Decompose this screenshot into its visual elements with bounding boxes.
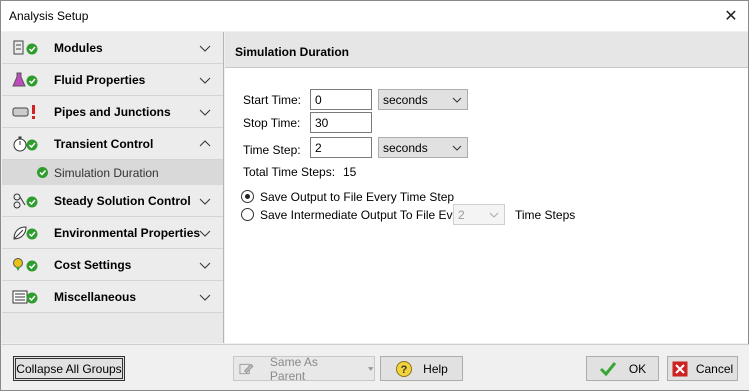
same-as-parent-label: Same As Parent bbox=[269, 354, 318, 383]
help-icon: ? bbox=[396, 360, 413, 377]
sidebar-group-label: Environmental Properties bbox=[54, 226, 201, 240]
total-steps-value: 15 bbox=[343, 165, 357, 179]
time-step-input[interactable] bbox=[310, 137, 372, 158]
intermediate-steps-value: 2 bbox=[458, 208, 465, 222]
title-bar: Analysis Setup ✕ bbox=[1, 1, 748, 31]
sidebar-group-pipes-and-junctions[interactable]: Pipes and Junctions bbox=[2, 96, 223, 128]
edit-icon bbox=[239, 363, 254, 374]
save-intermediate-label: Save Intermediate Output To File Every bbox=[260, 208, 470, 222]
panel-header: Simulation Duration bbox=[225, 32, 748, 68]
sidebar-group-label: Cost Settings bbox=[54, 258, 132, 272]
time-step-label: Time Step: bbox=[243, 143, 301, 157]
cancel-icon bbox=[672, 361, 688, 376]
flask-icon bbox=[12, 72, 38, 87]
intermediate-steps-select[interactable]: 2 bbox=[453, 204, 505, 225]
save-every-step-radio[interactable] bbox=[241, 190, 254, 203]
save-every-step-label: Save Output to File Every Time Step bbox=[260, 190, 455, 204]
sidebar-group-label: Pipes and Junctions bbox=[54, 105, 171, 119]
start-time-unit-select[interactable]: seconds bbox=[378, 89, 468, 110]
svg-text:?: ? bbox=[401, 364, 408, 376]
chevron-down-icon bbox=[199, 109, 211, 116]
chevron-down-icon bbox=[452, 97, 462, 103]
coins-icon bbox=[13, 258, 38, 272]
ok-label: OK bbox=[628, 361, 647, 376]
chevron-down-icon bbox=[452, 145, 462, 151]
chevron-down-icon bbox=[199, 262, 211, 269]
time-step-unit-select[interactable]: seconds bbox=[378, 137, 468, 158]
chevron-down-icon bbox=[199, 198, 211, 205]
time-steps-suffix: Time Steps bbox=[515, 208, 576, 222]
time-step-unit-value: seconds bbox=[383, 141, 428, 155]
chevron-down-icon bbox=[367, 366, 374, 371]
collapse-all-groups-button[interactable]: Collapse All Groups bbox=[13, 356, 125, 381]
sidebar-group-label: Transient Control bbox=[54, 137, 154, 151]
solver-icon bbox=[13, 193, 38, 209]
sidebar-group-environmental-properties[interactable]: Environmental Properties bbox=[2, 217, 223, 249]
sidebar-group-fluid-properties[interactable]: Fluid Properties bbox=[2, 64, 223, 96]
same-as-parent-button[interactable]: Same As Parent bbox=[233, 354, 375, 383]
analysis-setup-window: Analysis Setup ✕ Modules Fluid Propertie… bbox=[0, 0, 749, 391]
check-status-icon bbox=[37, 167, 48, 178]
stop-time-input[interactable] bbox=[310, 112, 372, 133]
simulation-duration-panel: Simulation Duration Start Time: seconds … bbox=[225, 32, 748, 343]
cancel-button[interactable]: Cancel bbox=[667, 356, 738, 381]
close-icon[interactable]: ✕ bbox=[714, 1, 748, 31]
collapse-all-groups-label: Collapse All Groups bbox=[16, 361, 122, 376]
sidebar-group-label: Fluid Properties bbox=[54, 73, 146, 87]
total-steps-label: Total Time Steps: bbox=[243, 165, 336, 179]
chevron-down-icon bbox=[199, 45, 211, 52]
stop-time-label: Stop Time: bbox=[243, 116, 301, 130]
sidebar: Modules Fluid Properties Pipes and Junct… bbox=[2, 32, 224, 343]
chevron-down-icon bbox=[199, 77, 211, 84]
sidebar-group-label: Modules bbox=[54, 41, 103, 55]
leaf-icon bbox=[13, 226, 38, 240]
chevron-down-icon bbox=[199, 294, 211, 301]
modules-icon bbox=[13, 40, 38, 55]
sidebar-item-label: Simulation Duration bbox=[54, 166, 159, 180]
pipe-icon bbox=[12, 105, 35, 119]
sidebar-group-label: Miscellaneous bbox=[54, 290, 137, 304]
ok-button[interactable]: OK bbox=[586, 356, 659, 381]
sidebar-group-miscellaneous[interactable]: Miscellaneous bbox=[2, 281, 223, 313]
sidebar-group-transient-control[interactable]: Transient Control bbox=[2, 128, 223, 160]
sidebar-group-cost-settings[interactable]: Cost Settings bbox=[2, 249, 223, 281]
window-title: Analysis Setup bbox=[9, 9, 89, 23]
start-time-unit-value: seconds bbox=[383, 93, 428, 107]
sidebar-item-simulation-duration[interactable]: Simulation Duration bbox=[2, 160, 223, 185]
start-time-input[interactable] bbox=[310, 89, 372, 110]
save-intermediate-radio[interactable] bbox=[241, 208, 254, 221]
help-button[interactable]: ? Help bbox=[380, 356, 463, 381]
footer-bar: Collapse All Groups Same As Parent ? Hel… bbox=[2, 344, 749, 390]
list-icon bbox=[12, 290, 38, 304]
cancel-label: Cancel bbox=[695, 361, 734, 376]
help-label: Help bbox=[423, 361, 448, 376]
chevron-up-icon bbox=[199, 140, 211, 147]
chevron-down-icon bbox=[199, 230, 211, 237]
panel-title: Simulation Duration bbox=[235, 45, 349, 59]
chevron-down-icon bbox=[489, 212, 499, 218]
sidebar-group-steady-solution-control[interactable]: Steady Solution Control bbox=[2, 185, 223, 217]
stopwatch-icon bbox=[13, 136, 38, 152]
check-icon bbox=[599, 361, 616, 376]
sidebar-group-label: Steady Solution Control bbox=[54, 194, 191, 208]
sidebar-group-modules[interactable]: Modules bbox=[2, 32, 223, 64]
start-time-label: Start Time: bbox=[243, 93, 302, 107]
